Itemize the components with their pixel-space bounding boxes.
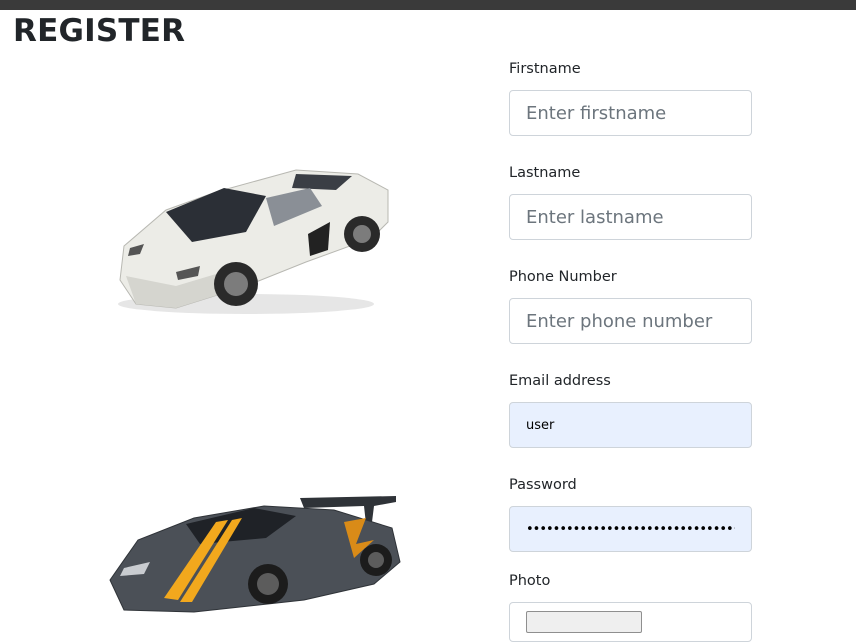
- lastname-label: Lastname: [509, 165, 581, 181]
- photo-input[interactable]: [509, 602, 752, 642]
- grey-sports-car-image: [109, 496, 401, 613]
- email-input[interactable]: [509, 402, 752, 448]
- top-bar: [0, 0, 856, 10]
- phone-input[interactable]: [509, 298, 752, 344]
- photo-label: Photo: [509, 573, 551, 589]
- password-label: Password: [509, 477, 577, 493]
- white-sports-car-image: [118, 169, 389, 314]
- email-label: Email address: [509, 373, 611, 389]
- page-title: REGISTER: [13, 13, 186, 49]
- password-input[interactable]: [509, 506, 752, 552]
- lastname-input[interactable]: [509, 194, 752, 240]
- firstname-input[interactable]: [509, 90, 752, 136]
- phone-label: Phone Number: [509, 269, 617, 285]
- choose-file-button[interactable]: [526, 611, 642, 633]
- firstname-label: Firstname: [509, 61, 581, 77]
